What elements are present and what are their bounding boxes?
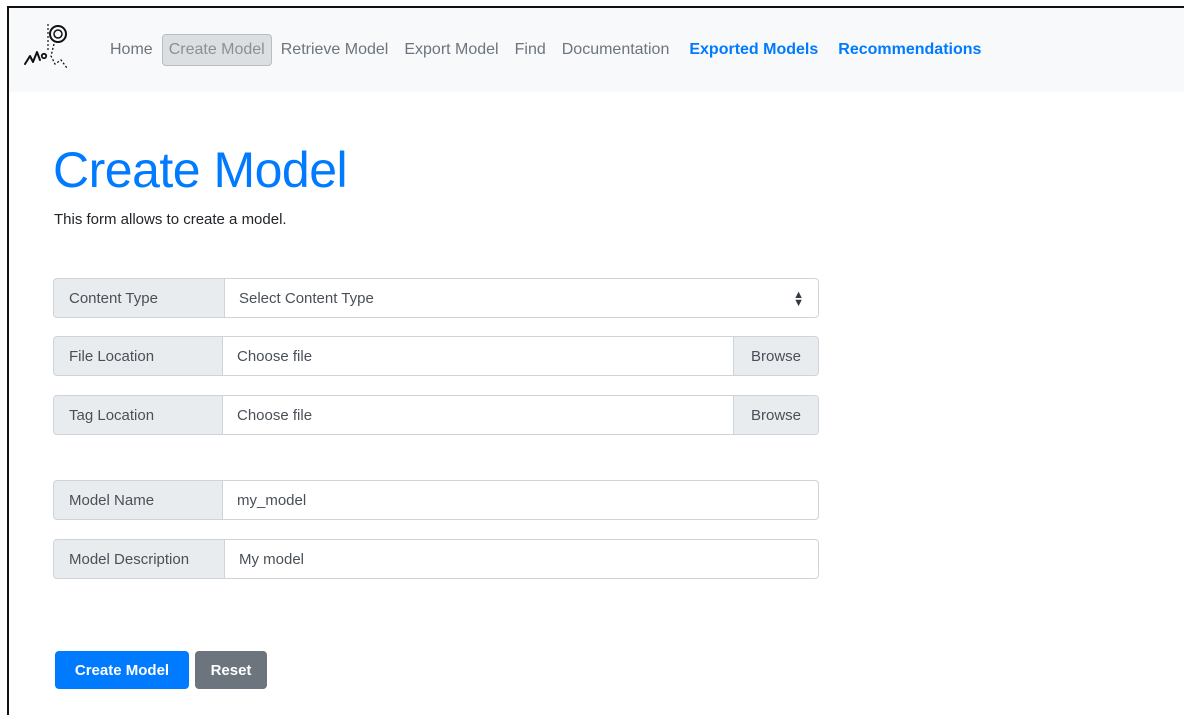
logo-icon[interactable] [21, 20, 73, 76]
tag-location-label: Tag Location [53, 395, 223, 435]
file-location-row: File Location Choose file Browse [53, 336, 819, 376]
app-frame: Home Create Model Retrieve Model Export … [7, 6, 1184, 715]
file-location-label: File Location [53, 336, 223, 376]
file-location-value: Choose file [223, 337, 733, 375]
tag-location-row: Tag Location Choose file Browse [53, 395, 819, 435]
nav-exported-models[interactable]: Exported Models [682, 34, 825, 66]
reset-button[interactable]: Reset [195, 651, 267, 689]
content-type-select[interactable]: Select Content Type ▲ ▼ [225, 278, 819, 318]
create-model-button[interactable]: Create Model [55, 651, 189, 689]
page-title: Create Model [53, 142, 348, 198]
file-location-browse-button[interactable]: Browse [733, 337, 818, 375]
model-name-row: Model Name my_model [53, 480, 819, 520]
content-type-selected: Select Content Type [239, 289, 374, 307]
select-arrows-icon: ▲ ▼ [793, 289, 804, 309]
model-description-row: Model Description My model [53, 539, 819, 579]
page-subtitle: This form allows to create a model. [54, 211, 287, 228]
tag-location-value: Choose file [223, 396, 733, 434]
nav-home[interactable]: Home [103, 34, 160, 66]
model-name-label: Model Name [53, 480, 223, 520]
content-type-row: Content Type Select Content Type ▲ ▼ [53, 278, 819, 318]
content-type-label: Content Type [53, 278, 225, 318]
model-description-input[interactable]: My model [225, 539, 819, 579]
nav-retrieve-model[interactable]: Retrieve Model [274, 34, 396, 66]
nav-menu: Home Create Model Retrieve Model Export … [103, 33, 990, 67]
nav-find[interactable]: Find [508, 34, 553, 66]
nav-create-model[interactable]: Create Model [161, 34, 272, 66]
model-name-input[interactable]: my_model [223, 480, 819, 520]
tag-location-input[interactable]: Choose file Browse [223, 395, 819, 435]
nav-documentation[interactable]: Documentation [555, 34, 677, 66]
nav-recommendations[interactable]: Recommendations [831, 34, 988, 66]
file-location-input[interactable]: Choose file Browse [223, 336, 819, 376]
navbar: Home Create Model Retrieve Model Export … [9, 8, 1184, 92]
nav-export-model[interactable]: Export Model [397, 34, 505, 66]
tag-location-browse-button[interactable]: Browse [733, 396, 818, 434]
model-description-label: Model Description [53, 539, 225, 579]
